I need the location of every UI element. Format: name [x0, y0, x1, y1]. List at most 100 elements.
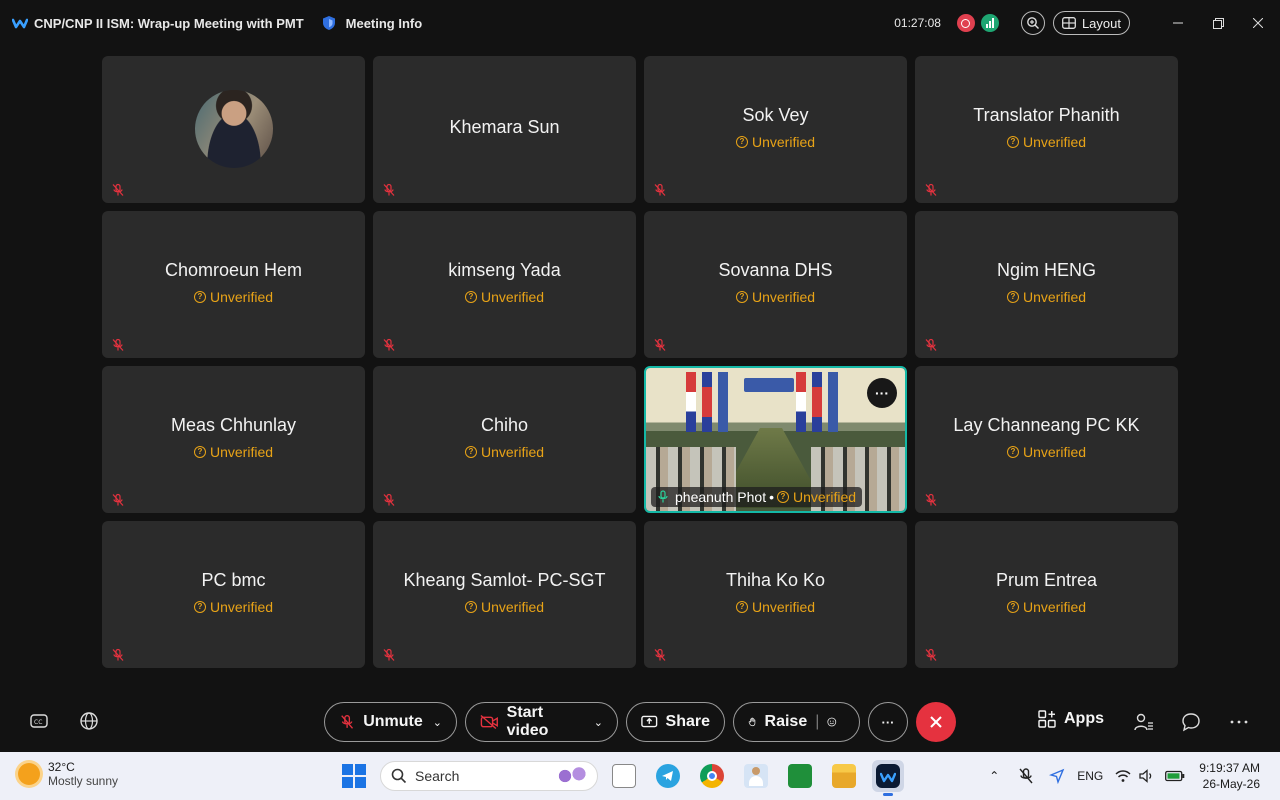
muted-mic-icon [924, 338, 938, 352]
battery-icon[interactable] [1165, 770, 1185, 782]
participant-tile[interactable]: Khemara Sun [373, 56, 636, 203]
network-stats-icon[interactable] [980, 14, 999, 32]
participant-tile[interactable]: Thiha Ko Ko ? Unverified [644, 521, 907, 668]
participant-tile[interactable] [102, 56, 365, 203]
warning-icon: ? [193, 601, 206, 613]
taskbar-search[interactable]: Search [380, 761, 598, 791]
layout-label: Layout [1081, 15, 1121, 31]
share-screen-icon [641, 715, 658, 728]
wifi-icon[interactable] [1115, 769, 1131, 783]
participant-name: Khemara Sun [449, 117, 560, 137]
participant-tile[interactable]: Kheang Samlot- PC-SGT? Unverified [373, 521, 636, 668]
closed-captions-icon[interactable]: CC [28, 710, 50, 732]
close-icon [930, 716, 942, 728]
share-button[interactable]: Share [626, 702, 725, 742]
participant-tile[interactable]: Sovanna DHS? Unverified [644, 211, 907, 358]
reactions-icon[interactable] [827, 713, 837, 731]
participant-tile[interactable]: ··· pheanuth Phot •? Unverified [644, 366, 907, 513]
leave-meeting-button[interactable] [916, 702, 956, 742]
unverified-label: Unverified [480, 599, 545, 615]
participant-tile[interactable]: Prum Entrea? Unverified [915, 521, 1178, 668]
mic-muted-tray-icon[interactable] [1017, 767, 1035, 785]
participant-name: Sovanna DHS [718, 260, 833, 280]
globe-icon[interactable] [78, 710, 100, 732]
person-app-icon[interactable] [744, 764, 768, 788]
unverified-badge: ? Unverified [1006, 289, 1086, 305]
participant-tile[interactable]: Meas Chhunlay? Unverified [102, 366, 365, 513]
share-label: Share [665, 713, 710, 730]
language-indicator[interactable]: ENG [1077, 769, 1103, 783]
webex-logo-icon [12, 18, 28, 29]
muted-mic-icon [111, 338, 125, 352]
minimize-icon [1173, 22, 1183, 24]
close-window-button[interactable] [1238, 0, 1278, 46]
unverified-badge: ? Unverified [193, 599, 273, 615]
warning-icon: ? [777, 491, 789, 503]
participant-tile[interactable]: Sok Vey? Unverified [644, 56, 907, 203]
participant-name: pheanuth Phot [675, 489, 767, 505]
muted-mic-icon [382, 183, 396, 197]
chat-icon[interactable] [1181, 712, 1201, 732]
more-panels-icon[interactable] [1230, 720, 1248, 724]
participant-tile[interactable]: PC bmc ? Unverified [102, 521, 365, 668]
unverified-label: Unverified [480, 289, 545, 305]
svg-text:CC: CC [34, 719, 42, 726]
participant-tile[interactable]: kimseng Yada? Unverified [373, 211, 636, 358]
tile-more-options-button[interactable]: ··· [867, 378, 897, 408]
show-hidden-icons-icon[interactable]: ⌃ [989, 769, 999, 783]
participant-tile[interactable]: Translator Phanith? Unverified [915, 56, 1178, 203]
unverified-badge: ? Unverified [193, 444, 273, 460]
participant-name: PC bmc [201, 570, 266, 590]
chevron-down-icon: ⌄ [593, 716, 603, 729]
muted-mic-icon [924, 493, 938, 507]
zoom-icon[interactable] [1020, 11, 1045, 35]
apps-button[interactable]: Apps [1038, 710, 1104, 728]
participant-name: Lay Channeang PC KK [953, 415, 1140, 435]
meeting-info-button[interactable]: Meeting Info [322, 15, 422, 31]
participant-name: Thiha Ko Ko [725, 570, 826, 590]
restore-button[interactable] [1198, 0, 1238, 46]
participant-tile[interactable]: Lay Channeang PC KK? Unverified [915, 366, 1178, 513]
unmute-button[interactable]: Unmute ⌄ [324, 702, 457, 742]
unverified-badge: ? Unverified [735, 599, 815, 615]
recording-icon[interactable] [956, 14, 975, 32]
layout-button[interactable]: Layout [1052, 11, 1130, 35]
unverified-badge: ? Unverified [464, 289, 545, 305]
minimize-button[interactable] [1158, 0, 1198, 46]
unverified-label: Unverified [1022, 599, 1087, 615]
weather-widget[interactable]: 32°C Mostly sunny [18, 760, 118, 788]
participant-name: Chomroeun Hem [164, 260, 303, 280]
participant-grid: Khemara Sun Sok Vey? Unverified Translator … [102, 56, 1178, 668]
muted-mic-icon [111, 648, 125, 662]
more-label: ··· [881, 714, 895, 730]
participant-tile[interactable]: Chiho? Unverified [373, 366, 636, 513]
close-icon [1253, 18, 1263, 28]
more-options-button[interactable]: ··· [868, 702, 908, 742]
location-icon[interactable] [1049, 768, 1065, 784]
title-bar: CNP/CNP II ISM: Wrap-up Meeting with PMT… [0, 0, 1280, 46]
file-explorer-icon[interactable] [832, 764, 856, 788]
warning-icon: ? [735, 601, 748, 613]
volume-icon[interactable] [1139, 769, 1155, 783]
muted-mic-icon [653, 338, 667, 352]
khmer-app-icon[interactable] [788, 764, 812, 788]
raise-hand-button[interactable]: Raise | [733, 702, 860, 742]
task-view-icon[interactable] [612, 764, 636, 788]
start-menu-icon[interactable] [342, 764, 366, 788]
muted-mic-icon [382, 493, 396, 507]
taskbar: 32°C Mostly sunny Search ⌃ ENG 9:19:37 A… [0, 752, 1280, 800]
participant-name: Translator Phanith [973, 105, 1120, 125]
participants-icon[interactable] [1133, 712, 1155, 732]
telegram-icon[interactable] [656, 764, 680, 788]
participant-tile[interactable]: Chomroeun Hem? Unverified [102, 211, 365, 358]
webex-taskbar-icon[interactable] [872, 760, 904, 796]
warning-icon: ? [1006, 136, 1019, 148]
unverified-label: Unverified [209, 289, 274, 305]
participant-tile[interactable]: Ngim HENG? Unverified [915, 211, 1178, 358]
chrome-icon[interactable] [700, 764, 724, 788]
warning-icon: ? [1006, 446, 1019, 458]
clock-time[interactable]: 9:19:37 AM [1199, 760, 1260, 776]
start-video-button[interactable]: Start video ⌄ [465, 702, 618, 742]
unmute-label: Unmute [363, 713, 423, 730]
clock-date[interactable]: 26-May-26 [1199, 776, 1260, 792]
